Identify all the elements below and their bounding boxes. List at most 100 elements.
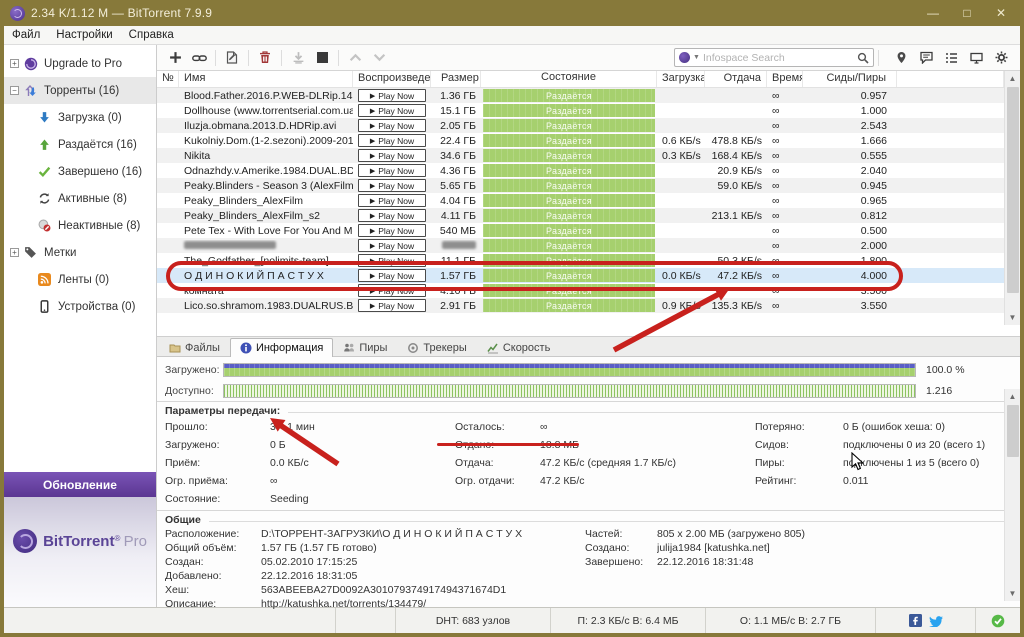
tab-trackers[interactable]: Трекеры [397, 338, 476, 356]
sidebar-item-active[interactable]: Активные (8) [4, 185, 156, 212]
sidebar-item-torrents[interactable]: − Торренты (16) [4, 77, 156, 104]
play-now-button[interactable]: ▶Play Now [358, 209, 426, 222]
settings-gear-icon[interactable] [989, 48, 1014, 68]
tab-files[interactable]: Файлы [159, 338, 230, 356]
col-number[interactable]: № [157, 71, 179, 87]
torrent-row[interactable]: Dollhouse (www.torrentserial.com.ua) ▶Pl… [157, 103, 1020, 118]
sidebar-item-completed[interactable]: Завершено (16) [4, 158, 156, 185]
move-up-button[interactable] [343, 48, 367, 68]
list-icon[interactable] [939, 48, 964, 68]
table-scrollbar[interactable]: ▲ ▼ [1004, 71, 1020, 325]
play-now-button[interactable]: ▶Play Now [358, 269, 426, 282]
expand-icon[interactable]: + [10, 248, 19, 257]
torrent-row[interactable]: ▶Play Now Раздаётся ∞ 2.000 [157, 238, 1020, 253]
torrent-row[interactable]: О Д И Н О К И Й П А С Т У Х ▶Play Now 1.… [157, 268, 1020, 283]
play-now-button[interactable]: ▶Play Now [358, 89, 426, 102]
scroll-down-icon[interactable]: ▼ [1005, 310, 1020, 325]
facebook-icon[interactable] [909, 614, 922, 627]
torrent-row[interactable]: Lico.so.shramom.1983.DUALRUS.BDRi... ▶Pl… [157, 298, 1020, 313]
col-seeds-peers[interactable]: Сиды/Пиры [803, 71, 897, 87]
torrent-row[interactable]: Odnazhdy.v.Amerike.1984.DUAL.BDRi... ▶Pl… [157, 163, 1020, 178]
sidebar-item-inactive[interactable]: Неактивные (8) [4, 212, 156, 239]
status-ok-icon[interactable] [991, 614, 1005, 628]
scroll-down-icon[interactable]: ▼ [1005, 586, 1020, 601]
play-now-button[interactable]: ▶Play Now [358, 224, 426, 237]
play-now-button[interactable]: ▶Play Now [358, 179, 426, 192]
sidebar-item-label: Устройства (0) [58, 301, 135, 313]
maximize-button[interactable]: □ [950, 6, 984, 20]
search-box[interactable]: ▼ [674, 48, 874, 67]
search-engine-icon[interactable] [679, 52, 690, 63]
col-upload[interactable]: Отдача [705, 71, 767, 87]
torrent-row[interactable]: Peaky_Blinders_AlexFilm_s2 ▶Play Now 4.1… [157, 208, 1020, 223]
tab-information[interactable]: Информация [230, 338, 333, 357]
remote-devices-icon[interactable] [964, 48, 989, 68]
stat-line: Отдано:18.8 МБ [455, 436, 747, 454]
tab-peers[interactable]: Пиры [333, 338, 397, 356]
col-name[interactable]: Имя [179, 71, 353, 87]
scrollbar-thumb[interactable] [1007, 405, 1019, 457]
add-torrent-button[interactable] [163, 48, 187, 68]
torrent-row[interactable]: Nikita ▶Play Now 34.6 ГБ Раздаётся 0.3 К… [157, 148, 1020, 163]
close-button[interactable]: ✕ [984, 6, 1018, 20]
torrent-row[interactable]: Blood.Father.2016.P.WEB-DLRip.14O... ▶Pl… [157, 88, 1020, 103]
play-now-button[interactable]: ▶Play Now [358, 164, 426, 177]
col-download[interactable]: Загрузка [657, 71, 705, 87]
play-now-button[interactable]: ▶Play Now [358, 239, 426, 252]
menu-help[interactable]: Справка [121, 29, 182, 41]
create-torrent-button[interactable] [220, 48, 244, 68]
pin-icon[interactable] [889, 48, 914, 68]
sidebar-item-labels[interactable]: + Метки [4, 239, 156, 266]
play-now-button[interactable]: ▶Play Now [358, 134, 426, 147]
torrent-row[interactable]: Kukolniy.Dom.(1-2.sezoni).2009-2010... ▶… [157, 133, 1020, 148]
scrollbar-thumb[interactable] [1007, 87, 1019, 293]
search-icon[interactable] [857, 52, 869, 64]
torrent-upload-speed: 135.3 КБ/s [705, 300, 767, 312]
torrent-row[interactable]: Iluzja.obmana.2013.D.HDRip.avi ▶Play Now… [157, 118, 1020, 133]
move-down-button[interactable] [367, 48, 391, 68]
torrent-row[interactable]: Pete Tex - With Love For You And Me ... … [157, 223, 1020, 238]
play-now-button[interactable]: ▶Play Now [358, 149, 426, 162]
play-now-button[interactable]: ▶Play Now [358, 284, 426, 297]
expand-icon[interactable]: + [10, 59, 19, 68]
sidebar-item-downloading[interactable]: Загрузка (0) [4, 104, 156, 131]
add-url-button[interactable] [187, 48, 211, 68]
col-state[interactable]: Состояние [481, 71, 657, 87]
chevron-down-icon[interactable]: ▼ [693, 54, 700, 61]
detail-scrollbar[interactable]: ▲ ▼ [1004, 389, 1020, 601]
menu-file[interactable]: Файл [4, 29, 48, 41]
remove-button[interactable] [253, 48, 277, 68]
sidebar-item-upgrade[interactable]: + Upgrade to Pro [4, 50, 156, 77]
chat-icon[interactable] [914, 48, 939, 68]
play-now-button[interactable]: ▶Play Now [358, 104, 426, 117]
scroll-up-icon[interactable]: ▲ [1005, 389, 1020, 404]
torrent-row[interactable]: комната ▶Play Now 4.10 ГБ Раздаётся [157, 283, 1020, 298]
torrent-size: 5.65 ГБ [431, 180, 481, 192]
sidebar-item-devices[interactable]: Устройства (0) [4, 293, 156, 320]
scroll-up-icon[interactable]: ▲ [1005, 71, 1020, 86]
sidebar-item-feeds[interactable]: Ленты (0) [4, 266, 156, 293]
sidebar-item-label: Активные (8) [58, 193, 127, 205]
col-play[interactable]: Воспроизведе... [353, 71, 431, 87]
play-now-button[interactable]: ▶Play Now [358, 119, 426, 132]
search-input[interactable] [703, 52, 854, 64]
minimize-button[interactable]: — [916, 6, 950, 20]
tab-speed[interactable]: Скорость [477, 338, 561, 356]
play-now-button[interactable]: ▶Play Now [358, 194, 426, 207]
stop-button[interactable] [310, 48, 334, 68]
twitter-icon[interactable] [929, 615, 943, 627]
col-size[interactable]: Размер [431, 71, 481, 87]
torrent-row[interactable]: The_Godfather_[nolimits-team] ▶Play Now … [157, 253, 1020, 268]
torrent-row[interactable]: Peaky_Blinders_AlexFilm ▶Play Now 4.04 Г… [157, 193, 1020, 208]
torrent-row[interactable]: Peaky.Blinders - Season 3 (AlexFilm) ...… [157, 178, 1020, 193]
col-eta[interactable]: Время [767, 71, 803, 87]
start-button[interactable] [286, 48, 310, 68]
menu-settings[interactable]: Настройки [48, 29, 120, 41]
play-now-button[interactable]: ▶Play Now [358, 254, 426, 267]
sidebar-item-seeding[interactable]: Раздаётся (16) [4, 131, 156, 158]
update-button[interactable]: Обновление [4, 472, 156, 497]
torrent-eta: ∞ [767, 90, 803, 102]
stat-line: Рейтинг:0.011 [755, 472, 1017, 490]
collapse-icon[interactable]: − [10, 86, 19, 95]
play-now-button[interactable]: ▶Play Now [358, 299, 426, 312]
